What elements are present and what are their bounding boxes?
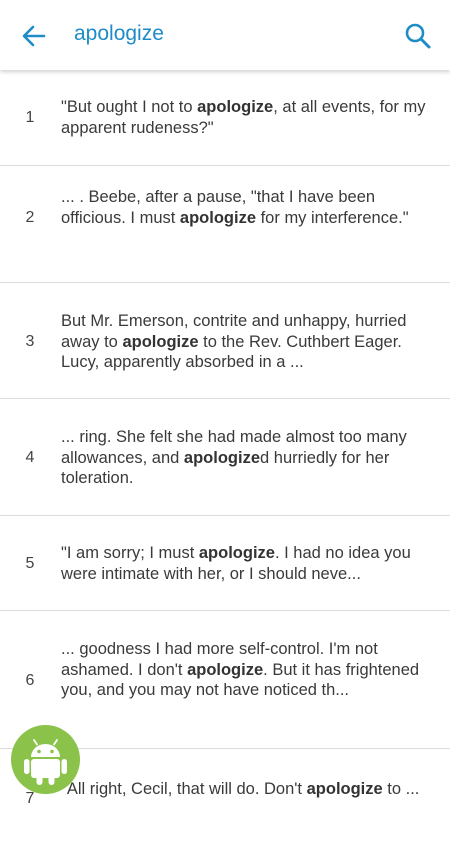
result-number: 4 — [25, 449, 35, 466]
list-item[interactable]: 3 But Mr. Emerson, contrite and unhappy,… — [0, 283, 450, 399]
result-number: 2 — [25, 209, 35, 226]
list-item[interactable]: 1 "But ought I not to apologize, at all … — [0, 72, 450, 166]
search-button[interactable] — [402, 20, 434, 52]
list-item[interactable]: 4 ... ring. She felt she had made almost… — [0, 399, 450, 516]
result-text: ... goodness I had more self-control. I'… — [61, 640, 420, 699]
app-bar: apologize — [0, 0, 450, 70]
result-text: "But ought I not to apologize, at all ev… — [61, 98, 426, 137]
android-robot-icon — [24, 739, 67, 785]
result-number: 5 — [25, 555, 35, 572]
result-number: 6 — [25, 672, 35, 689]
result-text: "All right, Cecil, that will do. Don't a… — [61, 780, 420, 798]
result-number: 1 — [25, 109, 35, 126]
list-item[interactable]: 2 ... . Beebe, after a pause, "that I ha… — [0, 166, 450, 283]
arrow-left-icon — [22, 25, 46, 47]
result-text: But Mr. Emerson, contrite and unhappy, h… — [61, 312, 407, 371]
result-text: ... . Beebe, after a pause, "that I have… — [61, 188, 409, 227]
search-query-title: apologize — [74, 22, 164, 45]
android-fab-button[interactable] — [11, 725, 80, 794]
search-icon — [405, 23, 431, 49]
result-text: "I am sorry; I must apologize. I had no … — [61, 544, 411, 583]
back-button[interactable] — [18, 20, 50, 52]
result-number: 3 — [25, 333, 35, 350]
result-text: ... ring. She felt she had made almost t… — [61, 428, 407, 487]
list-item[interactable]: 5 "I am sorry; I must apologize. I had n… — [0, 516, 450, 611]
